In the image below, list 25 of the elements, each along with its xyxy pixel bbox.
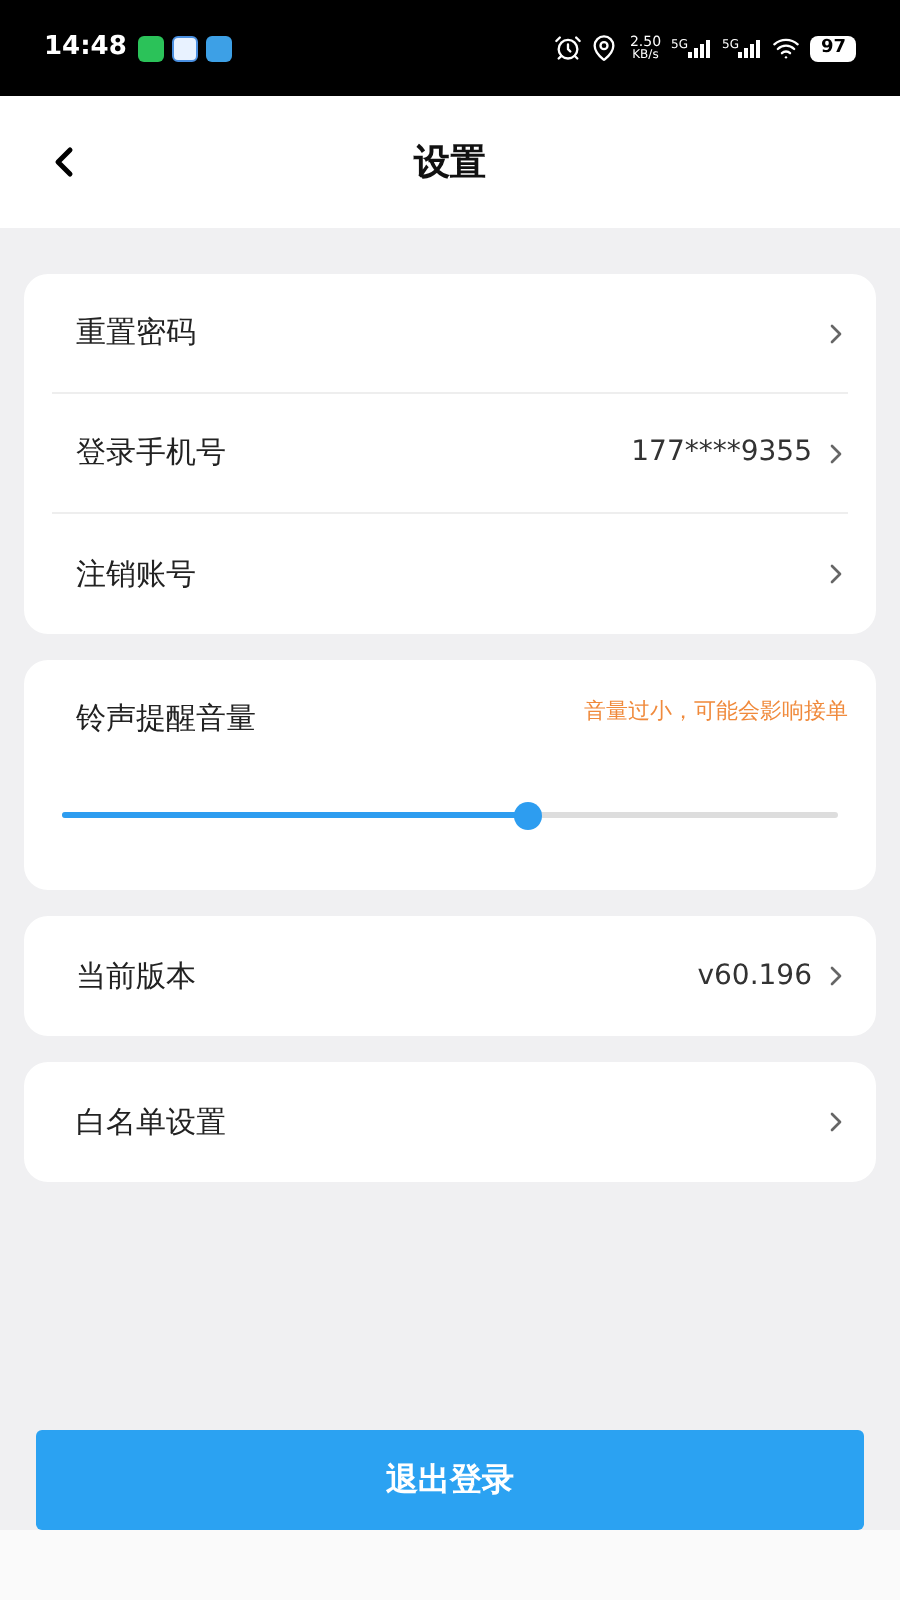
settings-row[interactable]: 重置密码 [52, 274, 848, 394]
volume-slider[interactable] [62, 801, 838, 829]
row-label: 重置密码 [76, 312, 198, 355]
volume-label: 铃声提醒音量 [76, 698, 256, 740]
battery-icon: 97 [810, 35, 856, 61]
row-label: 注销账号 [76, 553, 198, 596]
row-value: v60.196 [697, 957, 812, 995]
location-icon [589, 34, 618, 62]
row-label: 白名单设置 [76, 1101, 228, 1144]
slider-thumb[interactable] [513, 801, 542, 829]
settings-row[interactable]: 登录手机号 177****9355 [52, 394, 848, 514]
row-label: 登录手机号 [76, 432, 228, 475]
signal-icon [688, 39, 712, 57]
alarm-icon [553, 34, 582, 62]
settings-row[interactable]: 注销账号 [52, 514, 848, 634]
row-value: 177****9355 [631, 434, 812, 472]
volume-warning: 音量过小，可能会影响接单 [584, 696, 848, 728]
settings-row[interactable]: 白名单设置 [52, 1062, 848, 1182]
page-title: 设置 [414, 139, 486, 187]
status-time: 14:48 [44, 30, 127, 67]
wifi-icon [772, 34, 801, 62]
signal-icon [738, 39, 763, 57]
app-icon [206, 35, 233, 61]
settings-row[interactable]: 当前版本 v60.196 [52, 916, 848, 1036]
row-label: 当前版本 [76, 955, 198, 998]
